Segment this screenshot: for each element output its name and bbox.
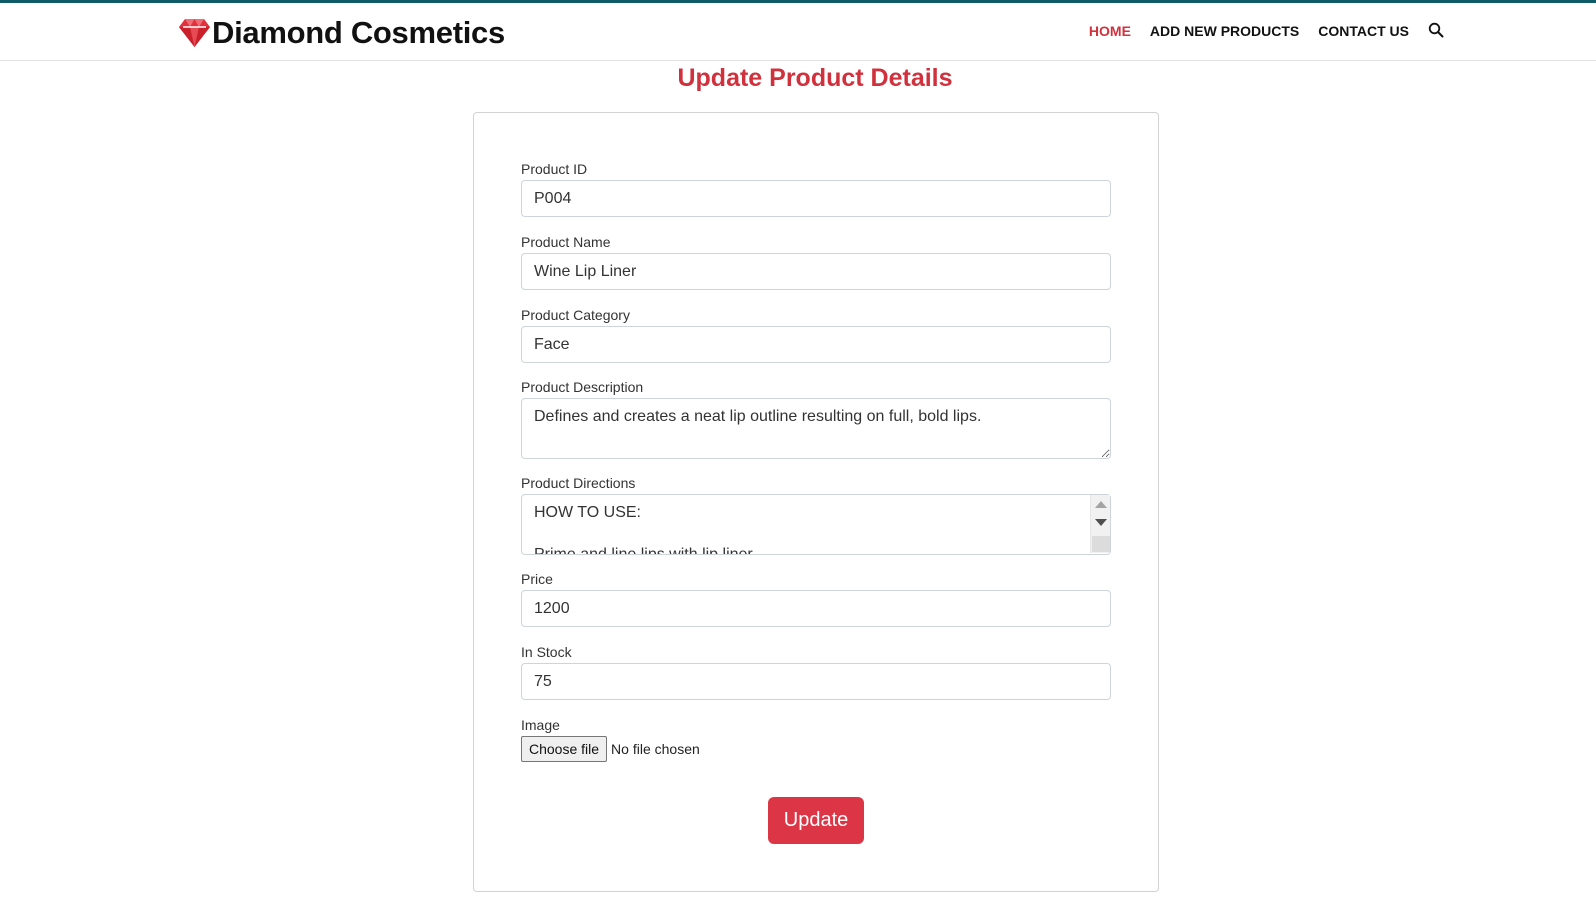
image-field: Image Choose file No file chosen xyxy=(521,717,1111,762)
product-name-field: Product Name xyxy=(521,234,1111,290)
nav-item-add-new-products[interactable]: ADD NEW PRODUCTS xyxy=(1150,23,1299,39)
search-icon[interactable] xyxy=(1428,22,1446,40)
update-product-form: Product ID Product Name Product Category… xyxy=(473,112,1159,892)
nav-item-home[interactable]: HOME xyxy=(1089,23,1131,39)
product-directions-wrapper: HOW TO USE: Prime and line lips with lip… xyxy=(521,494,1111,555)
image-label: Image xyxy=(521,717,560,733)
nav-links: HOME ADD NEW PRODUCTS CONTACT US xyxy=(1070,22,1446,40)
navbar: Diamond Cosmetics HOME ADD NEW PRODUCTS … xyxy=(0,3,1596,61)
product-id-label: Product ID xyxy=(521,161,588,177)
product-description-textarea[interactable]: Defines and creates a neat lip outline r… xyxy=(521,398,1111,459)
product-name-label: Product Name xyxy=(521,234,611,250)
in-stock-input[interactable] xyxy=(521,663,1111,700)
choose-file-button[interactable]: Choose file xyxy=(521,736,608,762)
update-button[interactable]: Update xyxy=(768,797,864,844)
product-directions-field: Product Directions HOW TO USE: Prime and… xyxy=(521,475,1111,555)
price-field: Price xyxy=(521,571,1111,627)
resize-handle-icon[interactable] xyxy=(1092,536,1110,552)
product-category-field: Product Category xyxy=(521,307,1111,363)
directions-scrollbar[interactable] xyxy=(1090,495,1110,553)
product-directions-textarea[interactable]: HOW TO USE: Prime and line lips with lip… xyxy=(521,494,1111,555)
file-status-text: No file chosen xyxy=(611,741,700,757)
product-category-label: Product Category xyxy=(521,307,630,323)
page-title: Update Product Details xyxy=(677,64,953,92)
file-upload: Choose file No file chosen xyxy=(521,736,1111,762)
product-name-input[interactable] xyxy=(521,253,1111,290)
in-stock-field: In Stock xyxy=(521,644,1111,700)
product-id-field: Product ID xyxy=(521,161,1111,217)
scroll-down-arrow-icon[interactable] xyxy=(1095,519,1107,526)
nav-item-contact-us[interactable]: CONTACT US xyxy=(1318,23,1409,39)
product-category-input[interactable] xyxy=(521,326,1111,363)
price-label: Price xyxy=(521,571,553,587)
product-description-label: Product Description xyxy=(521,379,644,395)
scroll-up-arrow-icon[interactable] xyxy=(1095,501,1107,508)
brand-logo[interactable]: Diamond Cosmetics xyxy=(178,13,505,53)
product-directions-label: Product Directions xyxy=(521,475,636,491)
product-id-input[interactable] xyxy=(521,180,1111,217)
in-stock-label: In Stock xyxy=(521,644,572,660)
product-description-field: Product Description Defines and creates … xyxy=(521,379,1111,459)
diamond-icon xyxy=(178,17,211,49)
brand-name: Diamond Cosmetics xyxy=(212,15,505,50)
price-input[interactable] xyxy=(521,590,1111,627)
